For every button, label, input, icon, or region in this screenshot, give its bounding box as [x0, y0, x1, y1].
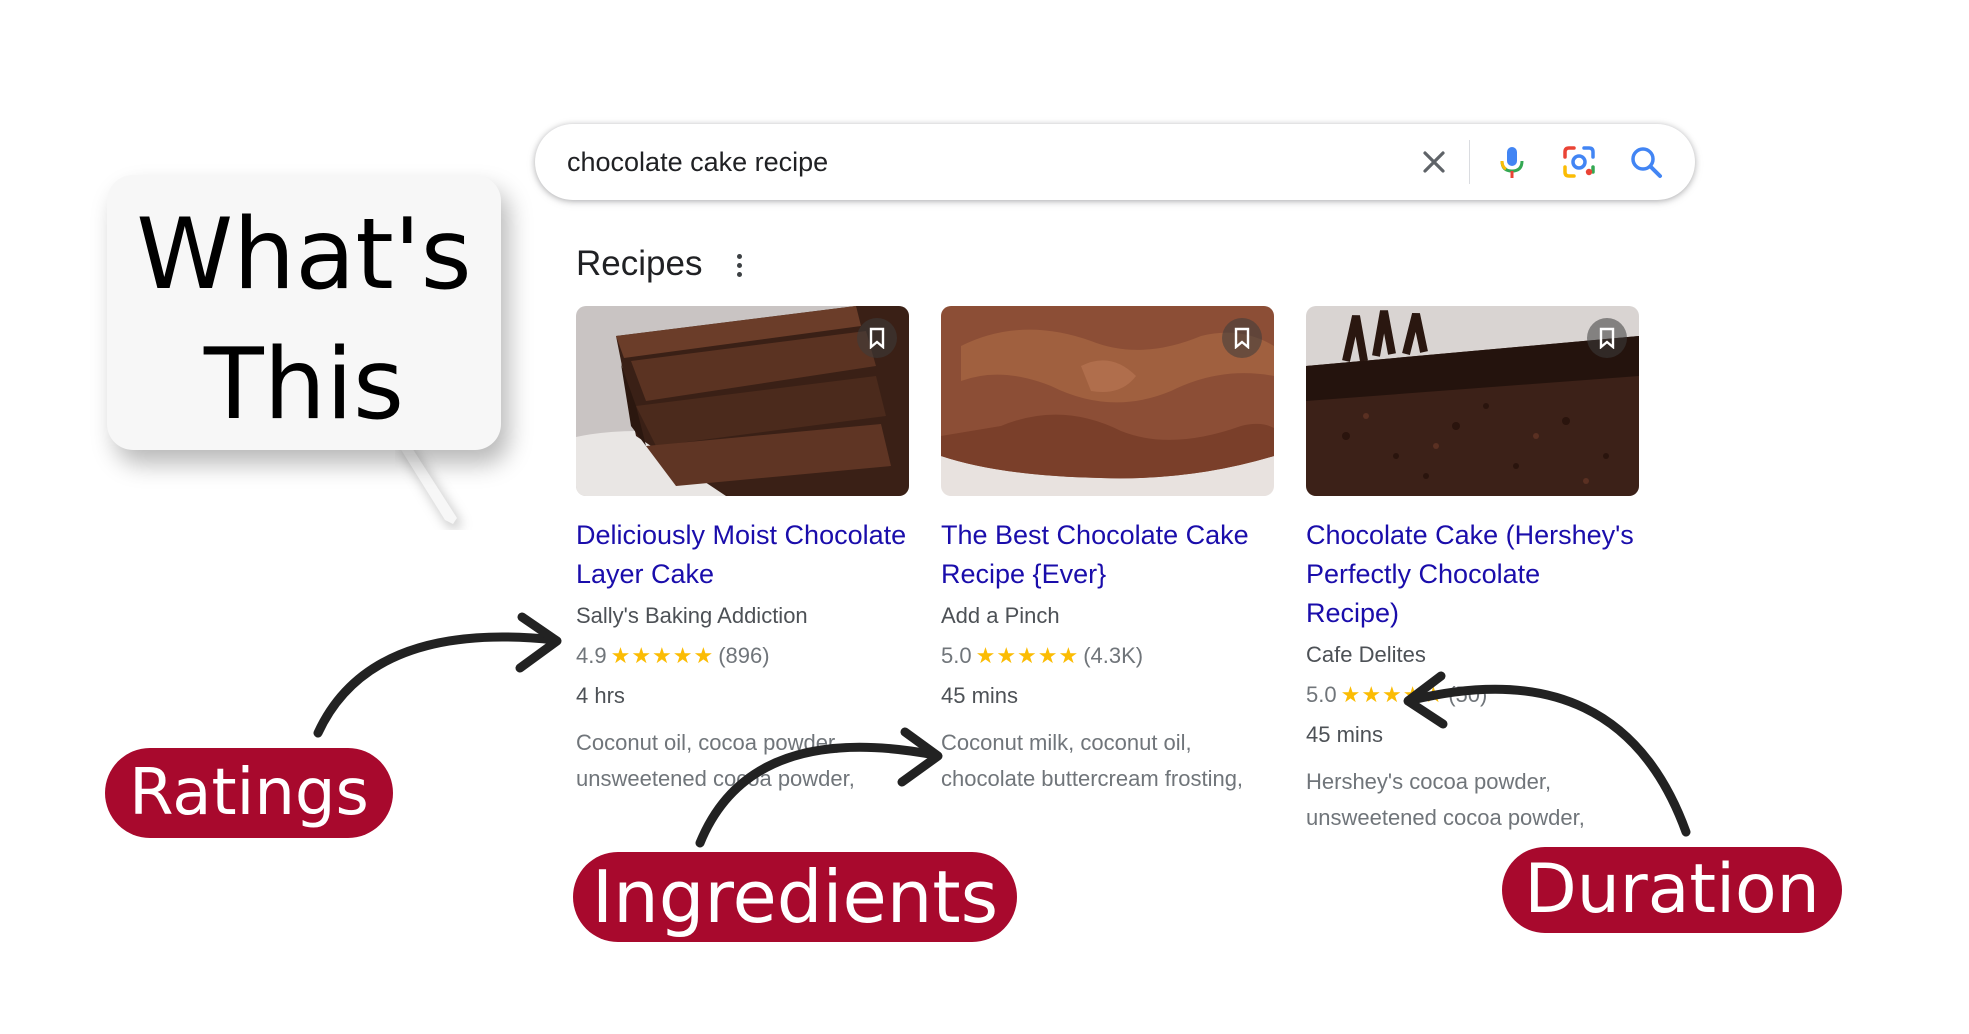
recipe-ingredients: Coconut milk, coconut oil, chocolate but…: [941, 725, 1286, 797]
bookmark-icon[interactable]: [857, 318, 897, 358]
bookmark-icon[interactable]: [1222, 318, 1262, 358]
star-icon: ★★★★★: [610, 643, 715, 668]
ingredients-line: unsweetened cocoa powder,: [576, 766, 855, 791]
search-divider: [1469, 140, 1470, 184]
recipe-title-link[interactable]: The Best Chocolate Cake Recipe {Ever}: [941, 516, 1274, 594]
ratings-arrowhead: [515, 612, 562, 673]
recipe-ingredients: Hershey's cocoa powder, unsweetened coco…: [1306, 764, 1651, 836]
bubble-line: This: [203, 328, 405, 442]
ingredients-line: chocolate buttercream frosting,: [941, 766, 1244, 791]
recipe-title-line: Chocolate Cake (Hershey's: [1306, 520, 1634, 550]
review-count: (896): [718, 643, 770, 668]
recipe-duration: 45 mins: [941, 683, 1019, 708]
ingredients-line: Hershey's cocoa powder,: [1306, 769, 1552, 794]
recipe-title-line: The Best Chocolate Cake: [941, 520, 1249, 550]
ingredients-line: Coconut milk, coconut oil,: [941, 730, 1192, 755]
recipe-title-link[interactable]: Deliciously Moist Chocolate Layer Cake: [576, 516, 909, 594]
recipe-duration: 45 mins: [1306, 722, 1384, 747]
rating-value: 5.0: [941, 643, 972, 668]
recipe-title-link[interactable]: Chocolate Cake (Hershey's Perfectly Choc…: [1306, 516, 1639, 633]
speech-bubble-tail: [395, 440, 457, 524]
recipes-heading: Recipes: [576, 244, 703, 283]
recipe-duration: 4 hrs: [576, 683, 625, 708]
search-input[interactable]: [567, 124, 1387, 200]
recipe-source: Add a Pinch: [941, 603, 1060, 628]
recipe-image[interactable]: [941, 306, 1274, 496]
star-icon: ★★★★★: [975, 643, 1080, 668]
recipe-title-line: Recipe {Ever}: [941, 559, 1107, 589]
recipe-title-line: Layer Cake: [576, 559, 715, 589]
recipe-rating: 5.0 ★★★★★ (4.3K): [941, 641, 1274, 671]
recipe-card: Deliciously Moist Chocolate Layer Cake S…: [576, 306, 909, 797]
ingredients-line: Coconut oil, cocoa powder,: [576, 730, 841, 755]
recipe-image[interactable]: [576, 306, 909, 496]
rating-value: 5.0: [1306, 682, 1337, 707]
microphone-icon[interactable]: [1493, 143, 1531, 181]
camera-lens-icon[interactable]: [1560, 143, 1598, 181]
ingredients-line: unsweetened cocoa powder,: [1306, 805, 1585, 830]
search-icon[interactable]: [1627, 143, 1665, 181]
recipe-title-line: Deliciously Moist Chocolate: [576, 520, 907, 550]
speech-bubble-text: What's This: [107, 190, 501, 450]
recipe-title-line: Perfectly Chocolate Recipe): [1306, 559, 1541, 628]
recipe-source: Cafe Delites: [1306, 642, 1426, 667]
review-count: (4.3K): [1083, 643, 1144, 668]
recipe-ingredients: Coconut oil, cocoa powder, unsweetened c…: [576, 725, 921, 797]
recipe-rating: 4.9 ★★★★★ (896): [576, 641, 909, 671]
recipe-card: The Best Chocolate Cake Recipe {Ever} Ad…: [941, 306, 1274, 797]
duration-label: Duration: [1502, 847, 1842, 933]
ingredients-label: Ingredients: [573, 852, 1017, 942]
bookmark-icon[interactable]: [1587, 318, 1627, 358]
review-count: (50): [1448, 682, 1488, 707]
recipe-rating: 5.0 ★★★★★ (50): [1306, 680, 1639, 710]
ratings-arrow: [313, 632, 560, 738]
recipe-image[interactable]: [1306, 306, 1639, 496]
bubble-line: What's: [136, 198, 472, 312]
ratings-label: Ratings: [105, 748, 393, 838]
recipe-card: Chocolate Cake (Hershey's Perfectly Choc…: [1306, 306, 1639, 836]
more-vert-icon[interactable]: [733, 250, 745, 284]
search-bar: [535, 124, 1695, 200]
recipe-source: Sally's Baking Addiction: [576, 603, 808, 628]
star-icon: ★★★★★: [1340, 682, 1445, 707]
rating-value: 4.9: [576, 643, 607, 668]
close-icon[interactable]: [1415, 143, 1453, 181]
